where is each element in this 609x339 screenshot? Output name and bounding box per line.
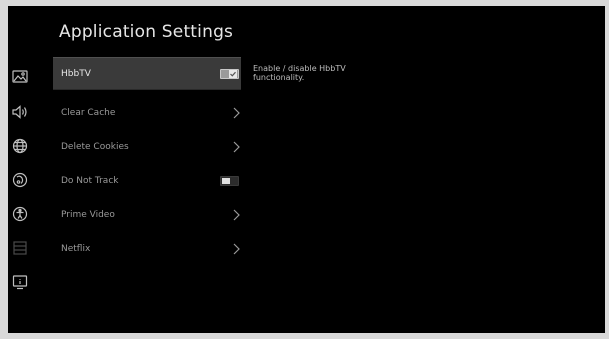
accessibility-icon[interactable] (11, 171, 29, 189)
info-screen-icon[interactable] (11, 273, 29, 291)
hbbtv-toggle[interactable] (220, 68, 239, 79)
chevron-right-icon (231, 140, 241, 154)
sound-icon[interactable] (11, 103, 29, 121)
menu-item-label: Clear Cache (61, 107, 116, 118)
menu-item-hbbtv[interactable]: HbbTV (53, 57, 241, 90)
tv-screen: Application Settings HbbTV Clear Cache D… (8, 6, 605, 333)
menu-item-label: Prime Video (61, 209, 115, 220)
do-not-track-toggle[interactable] (220, 175, 239, 186)
menu-item-do-not-track[interactable]: Do Not Track (53, 164, 241, 197)
menu-item-label: Netflix (61, 243, 91, 254)
menu-item-label: HbbTV (61, 68, 91, 79)
menu-item-netflix[interactable]: Netflix (53, 232, 241, 265)
toggle-knob (222, 177, 230, 184)
list-icon[interactable] (11, 239, 29, 257)
page-title: Application Settings (59, 22, 234, 42)
menu-item-label: Do Not Track (61, 175, 119, 186)
picture-icon[interactable] (11, 68, 29, 86)
menu-item-prime-video[interactable]: Prime Video (53, 198, 241, 231)
setting-description: Enable / disable HbbTV functionality. (253, 64, 346, 82)
globe-icon[interactable] (11, 137, 29, 155)
chevron-right-icon (231, 242, 241, 256)
menu-item-delete-cookies[interactable]: Delete Cookies (53, 130, 241, 163)
chevron-right-icon (231, 106, 241, 120)
checkmark-icon (229, 69, 237, 78)
person-accessibility-icon[interactable] (11, 205, 29, 223)
chevron-right-icon (231, 208, 241, 222)
menu-item-label: Delete Cookies (61, 141, 129, 152)
menu-item-clear-cache[interactable]: Clear Cache (53, 96, 241, 129)
